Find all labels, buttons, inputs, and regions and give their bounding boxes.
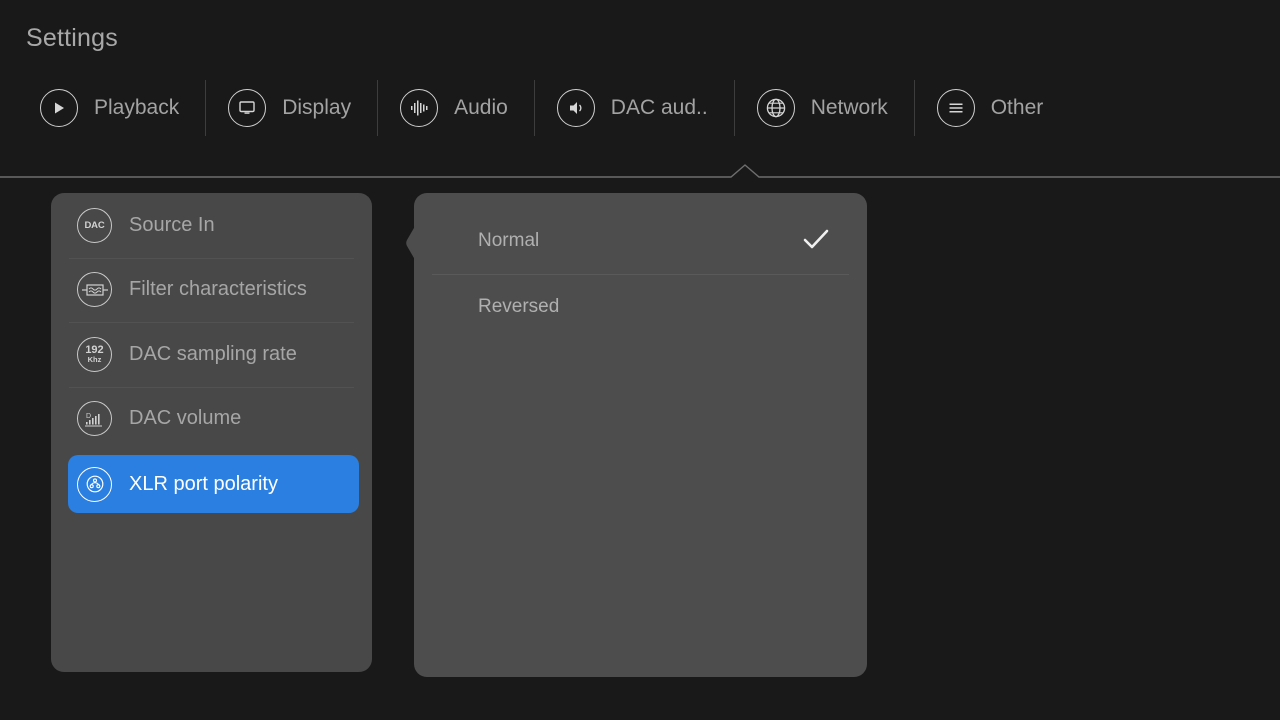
option-row-normal[interactable]: Normal bbox=[414, 208, 867, 274]
sidebar-item-dac-sampling-rate[interactable]: 192Khz DAC sampling rate bbox=[51, 322, 372, 387]
sidebar-item-xlr-port-polarity[interactable]: XLR port polarity bbox=[51, 451, 372, 516]
sidebar-item-label: XLR port polarity bbox=[129, 473, 278, 496]
sidebar-item-source-in[interactable]: DAC Source In bbox=[51, 193, 372, 258]
sidebar-item-label: Source In bbox=[129, 214, 215, 237]
tab-playback-label: Playback bbox=[94, 96, 179, 120]
sidebar-item-filter-characteristics[interactable]: Filter characteristics bbox=[51, 258, 372, 323]
tab-audio-label: Audio bbox=[454, 96, 508, 120]
tab-other-label: Other bbox=[991, 96, 1044, 120]
192khz-badge-icon: 192Khz bbox=[77, 337, 112, 372]
page-title: Settings bbox=[26, 24, 118, 53]
sidebar-item-label: DAC volume bbox=[129, 407, 241, 430]
speaker-icon bbox=[557, 89, 595, 127]
globe-icon bbox=[757, 89, 795, 127]
tab-separator bbox=[205, 80, 206, 136]
sidebar-item-dac-volume[interactable]: D DAC volume bbox=[51, 387, 372, 452]
tab-dac-audio[interactable]: DAC aud.. bbox=[557, 72, 730, 144]
tab-playback[interactable]: Playback bbox=[30, 72, 201, 144]
tab-network[interactable]: Network bbox=[757, 72, 910, 144]
tab-separator bbox=[914, 80, 915, 136]
tab-display-label: Display bbox=[282, 96, 351, 120]
svg-text:D: D bbox=[86, 413, 91, 420]
tab-separator bbox=[534, 80, 535, 136]
sidebar-item-label: DAC sampling rate bbox=[129, 343, 297, 366]
tab-separator bbox=[734, 80, 735, 136]
tab-bar: Playback Display bbox=[0, 72, 1280, 144]
option-label: Reversed bbox=[478, 296, 831, 318]
option-row-reversed[interactable]: Reversed bbox=[414, 274, 867, 340]
filter-waveform-icon bbox=[77, 272, 112, 307]
tab-network-label: Network bbox=[811, 96, 888, 120]
monitor-icon bbox=[228, 89, 266, 127]
settings-list-panel: DAC Source In Filter characteristics 192… bbox=[51, 193, 372, 672]
tab-display[interactable]: Display bbox=[228, 72, 373, 144]
sidebar-item-label: Filter characteristics bbox=[129, 278, 307, 301]
settings-screen: Settings Playback Display bbox=[0, 0, 1280, 720]
tab-other[interactable]: Other bbox=[937, 72, 1066, 144]
options-panel: Normal Reversed bbox=[406, 193, 867, 677]
tab-separator bbox=[377, 80, 378, 136]
digital-volume-icon: D bbox=[77, 401, 112, 436]
dac-badge-icon: DAC bbox=[77, 208, 112, 243]
option-label: Normal bbox=[478, 230, 801, 252]
xlr-connector-icon bbox=[77, 467, 112, 502]
hamburger-list-icon bbox=[937, 89, 975, 127]
play-circle-icon bbox=[40, 89, 78, 127]
check-icon bbox=[801, 227, 831, 256]
audio-waveform-icon bbox=[400, 89, 438, 127]
tab-audio[interactable]: Audio bbox=[400, 72, 530, 144]
header-divider bbox=[0, 160, 1280, 184]
sidebar-item-selected-pill: XLR port polarity bbox=[68, 455, 359, 513]
tab-dac-audio-label: DAC aud.. bbox=[611, 96, 708, 120]
